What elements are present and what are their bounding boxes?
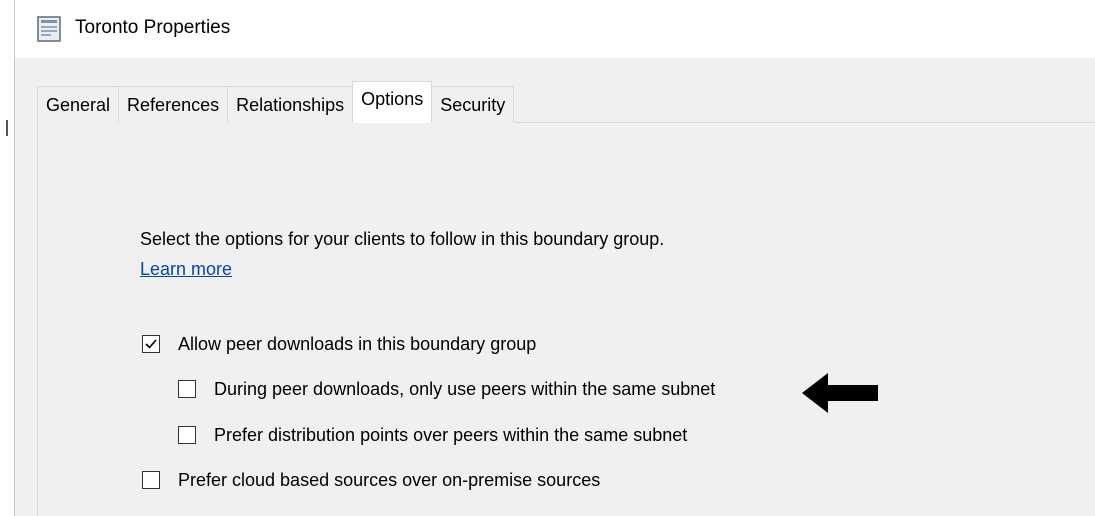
left-arrow-icon: [802, 373, 878, 413]
window-title: Toronto Properties: [75, 17, 231, 38]
tab-strip: General References Relationships Options…: [37, 81, 515, 123]
prefer-cloud-sources-option[interactable]: Prefer cloud based sources over on-premi…: [142, 469, 600, 491]
same-subnet-peers-option[interactable]: During peer downloads, only use peers wi…: [178, 378, 715, 400]
checkmark-icon: [145, 339, 157, 349]
edge-marker: [6, 120, 8, 136]
prefer-distribution-points-checkbox[interactable]: [178, 426, 196, 444]
tab-general[interactable]: General: [37, 86, 120, 123]
prefer-distribution-points-label: Prefer distribution points over peers wi…: [214, 424, 688, 445]
options-tab-panel: [37, 122, 1095, 516]
properties-window: Toronto Properties General References Re…: [0, 0, 1095, 516]
allow-peer-downloads-checkbox[interactable]: [142, 335, 160, 353]
options-description: Select the options for your clients to f…: [140, 229, 665, 249]
prefer-cloud-sources-checkbox[interactable]: [142, 471, 160, 489]
tab-security[interactable]: Security: [431, 86, 515, 123]
allow-peer-downloads-option[interactable]: Allow peer downloads in this boundary gr…: [142, 333, 536, 355]
prefer-cloud-sources-label: Prefer cloud based sources over on-premi…: [178, 469, 601, 490]
learn-more-link[interactable]: Learn more: [140, 259, 232, 280]
allow-peer-downloads-label: Allow peer downloads in this boundary gr…: [178, 333, 537, 354]
tab-options[interactable]: Options: [352, 81, 433, 123]
title-bar: Toronto Properties: [15, 0, 1095, 58]
same-subnet-peers-label: During peer downloads, only use peers wi…: [214, 378, 716, 399]
properties-window-icon: [37, 16, 61, 42]
tab-relationships[interactable]: Relationships: [227, 86, 354, 123]
prefer-distribution-points-option[interactable]: Prefer distribution points over peers wi…: [178, 424, 687, 446]
same-subnet-peers-checkbox[interactable]: [178, 380, 196, 398]
tab-references[interactable]: References: [118, 86, 229, 123]
window-left-edge: [0, 0, 15, 516]
